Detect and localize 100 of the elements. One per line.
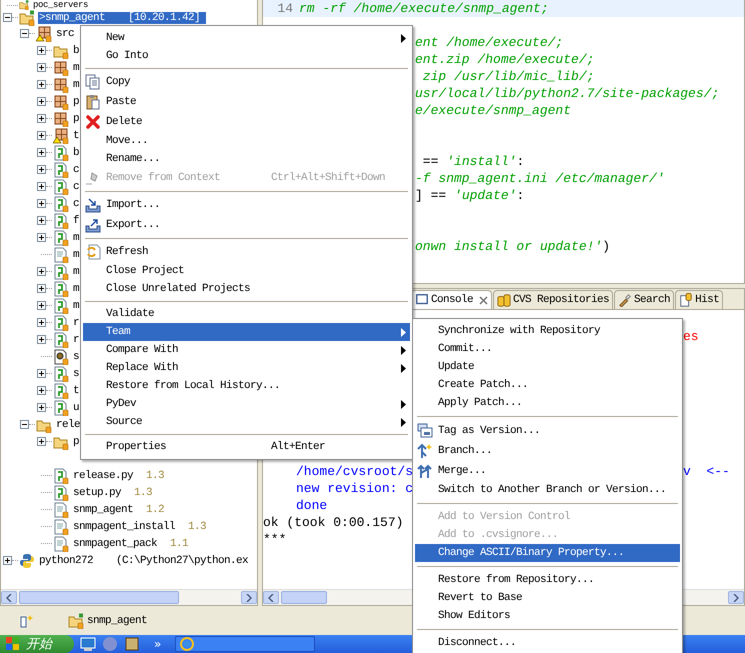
menu-item[interactable]: Branch... [415,441,680,461]
menu-item[interactable]: Change ASCII/Binary Property... [415,544,680,562]
expand-icon[interactable] [3,556,12,565]
menu-item[interactable]: Apply Patch... [415,394,680,412]
tree-item-label[interactable]: f [72,214,80,226]
menu-item[interactable]: Close Unrelated Projects [83,280,410,298]
tree-item-label[interactable]: t [72,384,80,396]
menu-item[interactable]: Disconnect... [415,634,680,652]
scroll-left-button[interactable] [263,591,279,604]
expand-icon[interactable] [37,301,46,310]
expand-icon[interactable] [37,46,46,55]
tree-item-label[interactable]: p [72,112,80,124]
menu-item[interactable]: Show Editors [415,607,680,625]
view-tab[interactable]: CVS Repositories [493,290,614,309]
tree-item-label[interactable]: m [72,266,80,278]
menu-item[interactable]: Restore from Repository... [415,571,680,589]
tree-item-label[interactable]: c [72,198,80,210]
menu-item[interactable]: Validate [83,305,410,323]
menu-item[interactable]: Properties Alt+Enter [83,438,410,456]
tree-item-label[interactable]: setup.py [72,486,122,498]
tree-item-label[interactable]: poc_servers [32,0,90,10]
menu-item[interactable]: Import... [83,195,410,215]
tree-item-label[interactable]: m [72,232,80,244]
menu-item[interactable]: New [83,29,410,47]
tree-item-label[interactable]: m [72,300,80,312]
tree-item-label[interactable]: s [72,350,80,362]
tree-item-label[interactable]: snmpagent_pack [72,538,158,550]
expand-icon[interactable] [37,386,46,395]
menu-item[interactable]: Commit... [415,340,680,358]
menu-item[interactable]: Refresh [83,242,410,262]
tree-item-label[interactable]: b [72,44,80,56]
tree-item-label[interactable]: c [72,164,80,176]
scroll-left-button[interactable] [1,591,17,604]
tree-item-label[interactable]: r [72,334,80,346]
fast-view-icon[interactable] [20,614,34,628]
scroll-right-button[interactable] [728,591,744,604]
tree-item-label[interactable]: c [72,180,80,192]
menu-item[interactable]: Create Patch... [415,376,680,394]
scroll-thumb[interactable] [281,591,327,604]
menu-item[interactable]: Paste [83,92,410,112]
menu-item[interactable]: Tag as Version... [415,421,680,441]
tree-item-label[interactable]: s [72,368,80,380]
tree-item-label[interactable]: r [72,316,80,328]
menu-item[interactable]: PyDev [83,395,410,413]
close-icon[interactable] [479,296,488,304]
view-tab[interactable]: Console [411,290,492,309]
tree-item-label[interactable]: snmpagent_install [72,520,176,532]
tree-item-label[interactable]: m [72,78,80,90]
expand-icon[interactable] [37,369,46,378]
tree-item-label[interactable]: p [72,96,80,108]
expand-icon[interactable] [37,284,46,293]
menu-item[interactable]: Close Project [83,262,410,280]
menu-item[interactable]: Merge... [415,461,680,481]
expand-icon[interactable] [37,216,46,225]
expand-icon[interactable] [37,437,46,446]
menu-item[interactable]: Copy [83,72,410,92]
desktop-icon[interactable] [80,636,96,652]
collapse-icon[interactable] [20,420,29,429]
expand-icon[interactable] [37,97,46,106]
tree-item-label[interactable]: b [72,146,80,158]
menu-item[interactable]: Export... [83,215,410,235]
expand-icon[interactable] [37,199,46,208]
menu-item[interactable]: Source [83,413,410,431]
view-tab[interactable]: Search [614,290,674,309]
expand-icon[interactable] [37,80,46,89]
tree-item-label[interactable]: t [72,130,80,142]
menu-item[interactable]: Restore from Local History... [83,377,410,395]
program-icon[interactable] [124,636,140,652]
tree-item-label[interactable]: >snmp_agent [38,12,106,24]
tree-item-label[interactable]: rele [55,418,82,430]
tree-item-label[interactable]: u [72,402,80,414]
menu-item[interactable]: Move... [83,132,410,150]
taskbar-overflow[interactable]: » [154,637,162,651]
expand-icon[interactable] [37,148,46,157]
menu-item[interactable]: Team [83,323,410,341]
menu-item[interactable]: Go Into [83,47,410,65]
tree-item-label[interactable]: snmp_agent [72,504,134,516]
scroll-right-button[interactable] [241,591,257,604]
menu-item[interactable]: Replace With [83,359,410,377]
expand-icon[interactable] [37,403,46,412]
expand-icon[interactable] [37,318,46,327]
tree-item-label[interactable]: python272 [38,554,94,566]
menu-item[interactable]: Update [415,358,680,376]
menu-item[interactable]: Rename... [83,150,410,168]
expand-icon[interactable] [37,131,46,140]
menu-item[interactable]: Switch to Another Branch or Version... [415,481,680,499]
horizontal-scrollbar[interactable] [1,589,257,605]
tree-item-label[interactable]: p [72,436,80,448]
menu-item[interactable]: Revert to Base [415,589,680,607]
expand-icon[interactable] [37,182,46,191]
expand-icon[interactable] [37,114,46,123]
expand-icon[interactable] [37,63,46,72]
expand-icon[interactable] [37,165,46,174]
view-tab[interactable]: Hist [675,290,724,309]
menu-item[interactable]: Delete [83,112,410,132]
scroll-thumb[interactable] [19,591,179,604]
tree-item-label[interactable]: m [72,282,80,294]
expand-icon[interactable] [37,233,46,242]
tree-item-label[interactable]: src [55,28,76,40]
tree-item-label[interactable]: release.py [72,470,134,482]
